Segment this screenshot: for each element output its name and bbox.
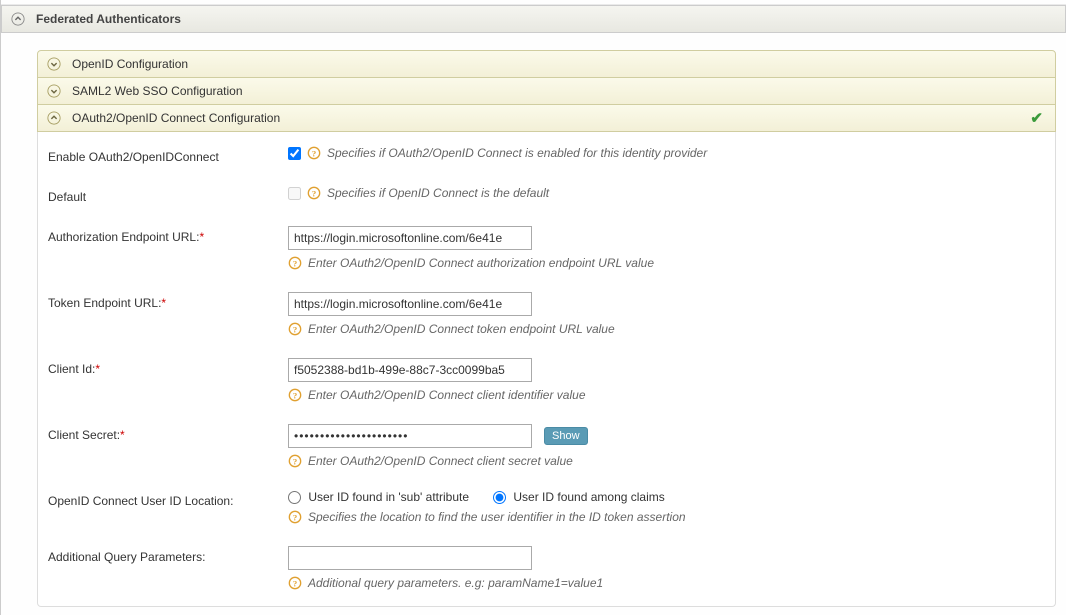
help-icon: ? (288, 510, 302, 524)
additional-params-input[interactable] (288, 546, 532, 570)
svg-text:?: ? (293, 513, 297, 523)
svg-text:?: ? (293, 325, 297, 335)
client-secret-input[interactable] (288, 424, 532, 448)
accordion-title: OAuth2/OpenID Connect Configuration (72, 111, 280, 125)
radio-claims-label[interactable]: User ID found among claims (493, 490, 665, 504)
help-icon: ? (307, 146, 321, 160)
accordion-title: SAML2 Web SSO Configuration (72, 84, 243, 98)
svg-text:?: ? (293, 391, 297, 401)
help-text: Enter OAuth2/OpenID Connect authorizatio… (308, 256, 654, 270)
help-icon: ? (288, 576, 302, 590)
help-text: Specifies the location to find the user … (308, 510, 686, 524)
chevron-up-icon (46, 110, 62, 126)
radio-sub-label[interactable]: User ID found in 'sub' attribute (288, 490, 469, 504)
authz-endpoint-input[interactable] (288, 226, 532, 250)
help-icon: ? (288, 388, 302, 402)
svg-text:?: ? (293, 457, 297, 467)
field-label-default: Default (48, 186, 288, 204)
svg-text:?: ? (293, 259, 297, 269)
help-text: Enter OAuth2/OpenID Connect client ident… (308, 388, 586, 402)
accordion-title: Federated Authenticators (36, 12, 181, 26)
oauth-config-form: Enable OAuth2/OpenIDConnect ? Specifies … (37, 132, 1056, 607)
field-label-authz: Authorization Endpoint URL:* (48, 226, 288, 244)
accordion-title: OpenID Configuration (72, 57, 188, 71)
field-label-enable: Enable OAuth2/OpenIDConnect (48, 146, 288, 164)
default-checkbox[interactable] (288, 187, 301, 200)
accordion-oauth-config[interactable]: OAuth2/OpenID Connect Configuration ✔ (37, 104, 1056, 132)
accordion-saml-config[interactable]: SAML2 Web SSO Configuration (37, 77, 1056, 105)
field-label-client-id: Client Id:* (48, 358, 288, 376)
field-label-additional-params: Additional Query Parameters: (48, 546, 288, 564)
help-text: Specifies if OAuth2/OpenID Connect is en… (327, 146, 707, 160)
show-secret-button[interactable]: Show (544, 427, 588, 445)
userid-sub-radio[interactable] (288, 491, 301, 504)
accordion-openid-config[interactable]: OpenID Configuration (37, 50, 1056, 78)
help-text: Enter OAuth2/OpenID Connect client secre… (308, 454, 573, 468)
svg-text:?: ? (312, 189, 316, 199)
help-text: Specifies if OpenID Connect is the defau… (327, 186, 549, 200)
svg-text:?: ? (293, 579, 297, 589)
chevron-up-icon (10, 11, 26, 27)
chevron-down-icon (46, 83, 62, 99)
field-label-userid-location: OpenID Connect User ID Location: (48, 490, 288, 508)
userid-claims-radio[interactable] (493, 491, 506, 504)
chevron-down-icon (46, 56, 62, 72)
help-icon: ? (288, 322, 302, 336)
help-icon: ? (288, 454, 302, 468)
accordion-federated-authenticators[interactable]: Federated Authenticators (1, 5, 1066, 33)
help-icon: ? (288, 256, 302, 270)
client-id-input[interactable] (288, 358, 532, 382)
check-icon: ✔ (1030, 109, 1043, 127)
field-label-client-secret: Client Secret:* (48, 424, 288, 442)
help-icon: ? (307, 186, 321, 200)
help-text: Enter OAuth2/OpenID Connect token endpoi… (308, 322, 615, 336)
enable-checkbox[interactable] (288, 147, 301, 160)
help-text: Additional query parameters. e.g: paramN… (308, 576, 603, 590)
svg-text:?: ? (312, 149, 316, 159)
token-endpoint-input[interactable] (288, 292, 532, 316)
field-label-token: Token Endpoint URL:* (48, 292, 288, 310)
